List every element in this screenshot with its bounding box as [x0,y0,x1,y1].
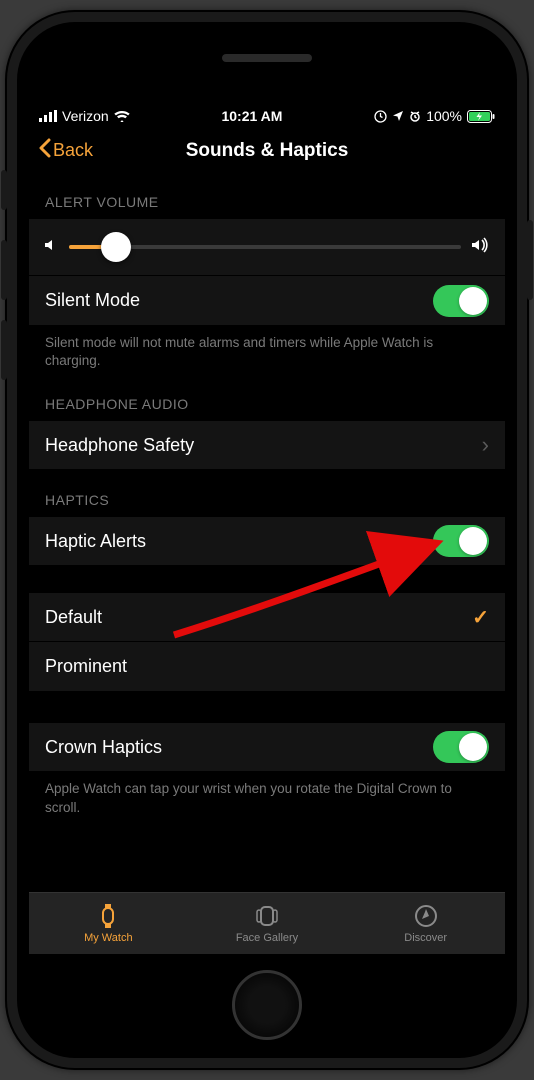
haptics-prominent-label: Prominent [45,656,489,677]
location-icon [392,110,404,122]
alert-volume-slider-row [29,218,505,276]
page-title: Sounds & Haptics [186,140,349,162]
silent-mode-label: Silent Mode [45,290,433,311]
silent-mode-footer: Silent mode will not mute alarms and tim… [29,326,505,374]
home-button[interactable] [232,970,302,1040]
clock-label: 10:21 AM [221,108,282,124]
wifi-icon [114,110,130,122]
tab-bar: My Watch Face Gallery Discover [29,892,505,954]
gallery-icon [254,903,280,929]
haptics-default-label: Default [45,607,472,628]
volume-low-icon [43,237,59,258]
carrier-label: Verizon [62,108,109,124]
battery-label: 100% [426,108,462,124]
volume-slider[interactable] [69,245,461,249]
tab-discover-label: Discover [404,932,447,944]
headphone-safety-row[interactable]: Headphone Safety › [29,420,505,470]
orientation-lock-icon [374,110,387,123]
chevron-right-icon: › [482,432,489,458]
crown-haptics-toggle[interactable] [433,731,489,763]
silent-mode-row: Silent Mode [29,276,505,326]
crown-haptics-footer: Apple Watch can tap your wrist when you … [29,772,505,820]
crown-haptics-row: Crown Haptics [29,722,505,772]
alarm-icon [409,110,421,122]
section-header-headphone: HEADPHONE AUDIO [29,374,505,420]
tab-face-gallery-label: Face Gallery [236,932,298,944]
content-scroll[interactable]: ALERT VOLUME Silent Mode [29,172,505,892]
haptic-alerts-label: Haptic Alerts [45,531,433,552]
watch-icon [95,903,121,929]
section-header-haptics: HAPTICS [29,470,505,516]
haptics-prominent-row[interactable]: Prominent [29,642,505,692]
nav-bar: Back Sounds & Haptics [29,130,505,172]
signal-icon [39,110,57,122]
tab-discover[interactable]: Discover [346,893,505,954]
haptic-alerts-row: Haptic Alerts [29,516,505,566]
tab-face-gallery[interactable]: Face Gallery [188,893,347,954]
checkmark-icon: ✓ [472,605,489,630]
compass-icon [413,903,439,929]
back-label: Back [53,140,93,161]
headphone-safety-label: Headphone Safety [45,435,482,456]
chevron-left-icon [37,138,51,163]
phone-speaker [222,54,312,62]
back-button[interactable]: Back [37,138,93,163]
haptic-alerts-toggle[interactable] [433,525,489,557]
status-bar: Verizon 10:21 AM [29,102,505,130]
tab-my-watch-label: My Watch [84,932,133,944]
volume-high-icon [471,237,491,258]
silent-mode-toggle[interactable] [433,285,489,317]
haptics-default-row[interactable]: Default ✓ [29,592,505,642]
battery-icon [467,110,495,123]
tab-my-watch[interactable]: My Watch [29,893,188,954]
crown-haptics-label: Crown Haptics [45,737,433,758]
section-header-alert-volume: ALERT VOLUME [29,172,505,218]
